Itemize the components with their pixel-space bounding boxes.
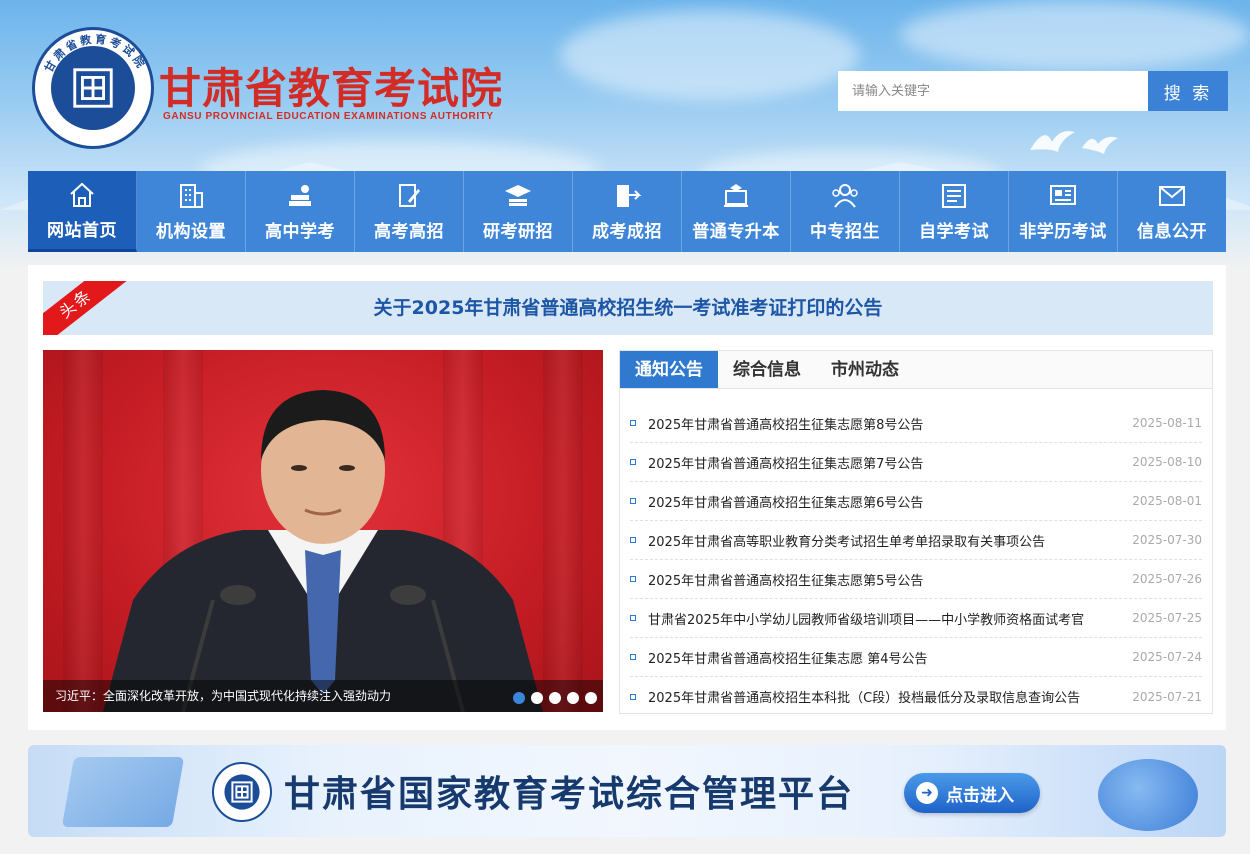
list-item[interactable]: 甘肃省2025年中小学幼儿园教师省级培训项目——中小学教师资格面试考官 2025-…: [630, 599, 1202, 638]
logo-ring-text: 甘肃省教育考试院: [41, 32, 149, 75]
bullet-icon: [630, 576, 636, 582]
main-content: 头条 关于2025年甘肃省普通高校招生统一考试准考证打印的公告 习近平：全面深化…: [28, 265, 1226, 730]
carousel-dots: [513, 692, 597, 704]
headline-title[interactable]: 关于2025年甘肃省普通高校招生统一考试准考证打印的公告: [43, 281, 1213, 335]
books-icon: [289, 185, 311, 206]
bullet-icon: [630, 498, 636, 504]
people-icon: [832, 184, 858, 208]
bullet-icon: [630, 693, 636, 700]
nav-item-vocational[interactable]: 中专招生: [791, 171, 900, 252]
site-name: 甘肃省教育考试院: [159, 64, 504, 113]
news-list: 2025年甘肃省普通高校招生征集志愿第8号公告 2025-08-11 2025年甘…: [620, 404, 1212, 716]
carousel-dot-1[interactable]: [513, 692, 525, 704]
banner-logo-icon: [212, 762, 272, 822]
list-item[interactable]: 2025年甘肃省普通高校招生本科批（C段）投档最低分及录取信息查询公告 2025-…: [630, 677, 1202, 716]
nav-item-self-study[interactable]: 自学考试: [900, 171, 1009, 252]
carousel[interactable]: 习近平：全面深化改革开放，为中国式现代化持续注入强劲动力: [43, 350, 603, 712]
carousel-dot-5[interactable]: [585, 692, 597, 704]
bullet-icon: [630, 459, 636, 465]
carousel-photo: [103, 390, 543, 712]
graduation-cap-icon: [505, 185, 531, 206]
exam-platform-banner[interactable]: 甘肃省国家教育考试综合管理平台 ➜ 点击进入: [28, 745, 1226, 837]
nav-item-postgrad[interactable]: 研考研招: [464, 171, 573, 252]
carousel-dot-4[interactable]: [567, 692, 579, 704]
logo-seal-icon: 甘肃省教育考试院: [32, 27, 154, 149]
site-name-en: GANSU PROVINCIAL EDUCATION EXAMINATIONS …: [163, 111, 494, 122]
nav-item-disclosure[interactable]: 信息公开: [1118, 171, 1226, 252]
carousel-dot-2[interactable]: [531, 692, 543, 704]
tab-city-news[interactable]: 市州动态: [816, 351, 914, 388]
news-panel: 通知公告 综合信息 市州动态 2025年甘肃省普通高校招生征集志愿第8号公告 20…: [619, 350, 1213, 714]
tab-notices[interactable]: 通知公告: [620, 351, 718, 388]
globe-illustration-icon: [1098, 759, 1198, 831]
search-button[interactable]: 搜 索: [1148, 71, 1228, 111]
book-arrow-icon: [617, 185, 642, 207]
headline-banner[interactable]: 头条 关于2025年甘肃省普通高校招生统一考试准考证打印的公告: [43, 281, 1213, 335]
nav-item-upgrade[interactable]: 普通专升本: [682, 171, 791, 252]
birds-icon: [1030, 131, 1118, 154]
news-tabs: 通知公告 综合信息 市州动态: [620, 351, 1212, 389]
list-item[interactable]: 2025年甘肃省普通高校招生征集志愿第8号公告 2025-08-11: [630, 404, 1202, 443]
carousel-dot-3[interactable]: [549, 692, 561, 704]
tab-general-info[interactable]: 综合信息: [718, 351, 816, 388]
list-item[interactable]: 2025年甘肃省普通高校招生征集志愿第5号公告 2025-07-26: [630, 560, 1202, 599]
nav-item-adult[interactable]: 成考成招: [573, 171, 682, 252]
bullet-icon: [630, 654, 636, 660]
enter-platform-button[interactable]: ➜ 点击进入: [904, 773, 1040, 813]
home-icon: [70, 182, 94, 207]
list-item[interactable]: 2025年甘肃省普通高校招生征集志愿 第4号公告 2025-07-24: [630, 638, 1202, 677]
svg-text:甘肃省教育考试院: 甘肃省教育考试院: [41, 32, 149, 75]
banner-title: 甘肃省国家教育考试综合管理平台: [284, 774, 855, 815]
nav-item-home[interactable]: 网站首页: [28, 171, 137, 252]
nav-item-gaokao[interactable]: 高考高招: [355, 171, 464, 252]
search-input[interactable]: [838, 71, 1148, 111]
pencil-paper-icon: [399, 184, 420, 207]
bullet-icon: [630, 615, 636, 621]
id-card-icon: [1050, 185, 1076, 205]
search-bar: 搜 索: [838, 71, 1228, 111]
list-item[interactable]: 2025年甘肃省普通高校招生征集志愿第6号公告 2025-08-01: [630, 482, 1202, 521]
bullet-icon: [630, 420, 636, 426]
nav-item-hs-exam[interactable]: 高中学考: [246, 171, 355, 252]
document-illustration-icon: [61, 757, 185, 827]
laptop-cap-icon: [724, 184, 748, 207]
arrow-right-icon: ➜: [916, 782, 938, 804]
main-nav: 网站首页 机构设置 高中学考 高考高招 研考研招 成考成招 普通专升本 中专招生…: [28, 171, 1226, 252]
bullet-icon: [630, 537, 636, 543]
document-icon: [942, 184, 966, 208]
building-icon: [180, 184, 203, 208]
mail-icon: [1159, 186, 1185, 206]
list-item[interactable]: 2025年甘肃省普通高校招生征集志愿第7号公告 2025-08-10: [630, 443, 1202, 482]
site-logo[interactable]: 甘肃省教育考试院 甘肃省教育考试院 GANSU PROVINCIAL EDUCA…: [32, 27, 512, 152]
nav-item-non-degree[interactable]: 非学历考试: [1009, 171, 1118, 252]
list-item[interactable]: 2025年甘肃省高等职业教育分类考试招生单考单招录取有关事项公告 2025-07-…: [630, 521, 1202, 560]
nav-item-organization[interactable]: 机构设置: [137, 171, 246, 252]
